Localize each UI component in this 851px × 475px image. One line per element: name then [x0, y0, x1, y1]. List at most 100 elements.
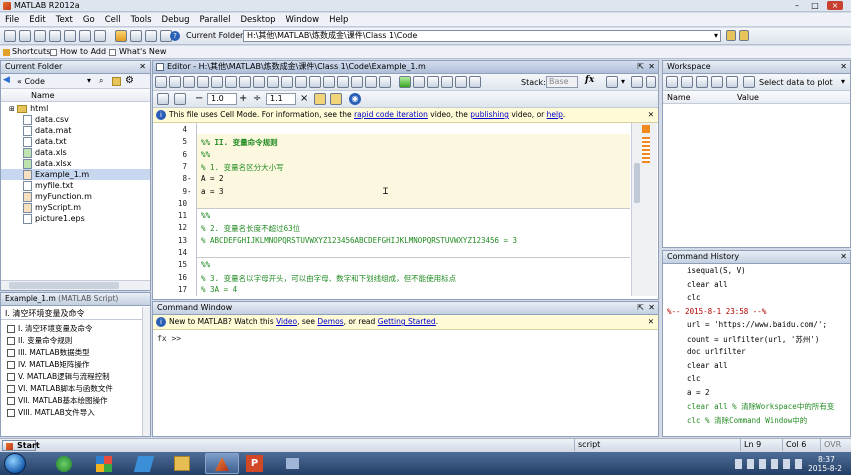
- exit-debug-icon[interactable]: [469, 76, 481, 88]
- code-line[interactable]: %%: [201, 260, 210, 269]
- breakpoint-icon[interactable]: [365, 76, 377, 88]
- profiler-icon[interactable]: [145, 30, 157, 42]
- copy-icon[interactable]: [211, 76, 223, 88]
- menu-item-window[interactable]: Window: [286, 15, 320, 25]
- file-row[interactable]: myFunction.m: [1, 191, 150, 202]
- back-arrow-icon[interactable]: ◀: [3, 75, 10, 85]
- code-line[interactable]: %% II. 变量命令规则: [201, 137, 278, 148]
- indent-icon[interactable]: [351, 76, 363, 88]
- save-icon[interactable]: [183, 76, 195, 88]
- history-entry[interactable]: clear all: [687, 361, 728, 370]
- code-line[interactable]: % 1. 变量名区分大小写: [201, 162, 284, 173]
- info-close-icon[interactable]: ✕: [648, 315, 654, 329]
- chevron-down-icon[interactable]: ▾: [87, 76, 91, 85]
- history-entry[interactable]: count = urlfilter(url, '苏州'): [687, 334, 819, 345]
- menu-item-text[interactable]: Text: [56, 15, 73, 25]
- cell-title-item[interactable]: II. 变量命令规则: [1, 335, 72, 347]
- chevron-down-icon[interactable]: ▾: [841, 77, 845, 86]
- simulink-icon[interactable]: [115, 30, 127, 42]
- undock-icon[interactable]: ⇱: [637, 302, 644, 314]
- plus-icon[interactable]: +: [239, 93, 247, 104]
- code-line[interactable]: A = 2: [201, 174, 224, 183]
- code-line[interactable]: a = 3: [201, 187, 224, 196]
- history-entry[interactable]: url = 'https://www.baidu.com/';: [687, 320, 827, 329]
- code-line[interactable]: % 3A = 4: [201, 285, 237, 294]
- fx-insert-icon[interactable]: [323, 76, 335, 88]
- history-entry[interactable]: clc: [687, 293, 701, 302]
- publishing-link[interactable]: publishing: [470, 110, 509, 119]
- file-row[interactable]: myfile.txt: [1, 180, 150, 191]
- command-prompt[interactable]: fx >>: [153, 330, 658, 347]
- hscroll[interactable]: [1, 280, 150, 290]
- how-to-add-link[interactable]: How to Add: [60, 46, 106, 58]
- menu-item-go[interactable]: Go: [83, 15, 95, 25]
- menu-item-desktop[interactable]: Desktop: [240, 15, 275, 25]
- minus-icon[interactable]: −: [195, 93, 203, 104]
- demos-link[interactable]: Demos: [317, 317, 343, 326]
- redo-icon[interactable]: [94, 30, 106, 42]
- file-row[interactable]: data.xls: [1, 147, 150, 158]
- taskbar-app-icon[interactable]: [133, 456, 155, 472]
- cell-title-item[interactable]: III. MATLAB数据类型: [1, 347, 90, 359]
- back-icon[interactable]: [295, 76, 307, 88]
- clock-date[interactable]: 2015-8-2: [808, 464, 842, 473]
- cell-title-item[interactable]: IV. MATLAB矩阵操作: [1, 359, 89, 371]
- cell-title-item[interactable]: V. MATLAB逻辑与流程控制: [1, 371, 110, 383]
- undo-icon[interactable]: [79, 30, 91, 42]
- help-link[interactable]: help: [547, 110, 563, 119]
- folder-path-crumb[interactable]: « Code: [17, 77, 45, 86]
- rapid-code-iteration-link[interactable]: rapid code iteration: [354, 110, 428, 119]
- start-button[interactable]: Start: [2, 440, 40, 451]
- undock-icon[interactable]: [646, 76, 656, 88]
- workspace-close-icon[interactable]: ✕: [840, 61, 847, 73]
- open-file-icon[interactable]: [169, 76, 181, 88]
- fx-icon[interactable]: fx: [585, 75, 594, 85]
- workspace-col-name[interactable]: Name: [667, 93, 691, 102]
- cell-run-icon[interactable]: [314, 93, 326, 105]
- editor-close-icon[interactable]: ✕: [648, 61, 655, 73]
- info-close-icon[interactable]: ✕: [648, 108, 654, 122]
- file-row[interactable]: picture1.eps: [1, 213, 150, 224]
- history-entry[interactable]: a = 2: [687, 388, 710, 397]
- file-row[interactable]: data.txt: [1, 136, 150, 147]
- minimize-button[interactable]: –: [791, 2, 803, 10]
- new-variable-icon[interactable]: [666, 76, 678, 88]
- clear-breakpoints-icon[interactable]: [379, 76, 391, 88]
- browse-folder-icon[interactable]: [726, 30, 736, 41]
- cell-title-item[interactable]: I. 清空环境变量及命令: [1, 323, 92, 335]
- select-data-to-plot[interactable]: Select data to plot: [759, 78, 833, 87]
- video-link[interactable]: Video: [276, 317, 297, 326]
- details-scrollbar[interactable]: [142, 307, 150, 436]
- file-row[interactable]: data.mat: [1, 125, 150, 136]
- history-entry[interactable]: clear all: [687, 280, 728, 289]
- code-line[interactable]: % ABCDEFGHIJKLMNOPQRSTUVWXYZ123456ABCDEF…: [201, 236, 517, 245]
- guide-icon[interactable]: [130, 30, 142, 42]
- cell-title-item[interactable]: VII. MATLAB基本绘图操作: [1, 395, 108, 407]
- cell-minus-field[interactable]: 1.0: [207, 93, 237, 105]
- divide-icon[interactable]: ÷: [253, 93, 261, 104]
- cut-icon[interactable]: [197, 76, 209, 88]
- comment-icon[interactable]: [337, 76, 349, 88]
- run-icon[interactable]: [399, 76, 411, 88]
- tray-icons[interactable]: [735, 459, 807, 469]
- new-file-icon[interactable]: [155, 76, 167, 88]
- menu-item-edit[interactable]: Edit: [29, 15, 45, 25]
- undock-icon[interactable]: ⇱: [637, 61, 644, 73]
- history-entry[interactable]: doc urlfilter: [687, 347, 746, 356]
- up-folder-icon[interactable]: [739, 30, 749, 41]
- dock-icon[interactable]: [631, 76, 643, 88]
- file-row[interactable]: Example_1.m: [1, 169, 150, 180]
- cell-title-item[interactable]: VI. MATLAB脚本与函数文件: [1, 383, 113, 395]
- command-close-icon[interactable]: ✕: [648, 302, 655, 314]
- current-folder-path-field[interactable]: H:\其他\MATLAB\炼数成金\课件\Class 1\Code ▾: [243, 30, 721, 42]
- shortcuts-label[interactable]: Shortcuts: [12, 46, 50, 58]
- import-icon[interactable]: [726, 76, 738, 88]
- code-line[interactable]: % 3. 变量名以字母开头，可以由字母、数字和下划线组成，但不能使用标点: [201, 273, 456, 284]
- clock-time[interactable]: 8:37: [818, 455, 835, 464]
- history-entry[interactable]: %-- 2015-8-1 23:58 --%: [667, 307, 766, 316]
- copy-icon[interactable]: [49, 30, 61, 42]
- whats-new-link[interactable]: What's New: [119, 46, 166, 58]
- taskbar-app-icon[interactable]: [56, 456, 72, 472]
- stack-select[interactable]: Base: [546, 76, 578, 88]
- maximize-button[interactable]: □: [809, 2, 821, 10]
